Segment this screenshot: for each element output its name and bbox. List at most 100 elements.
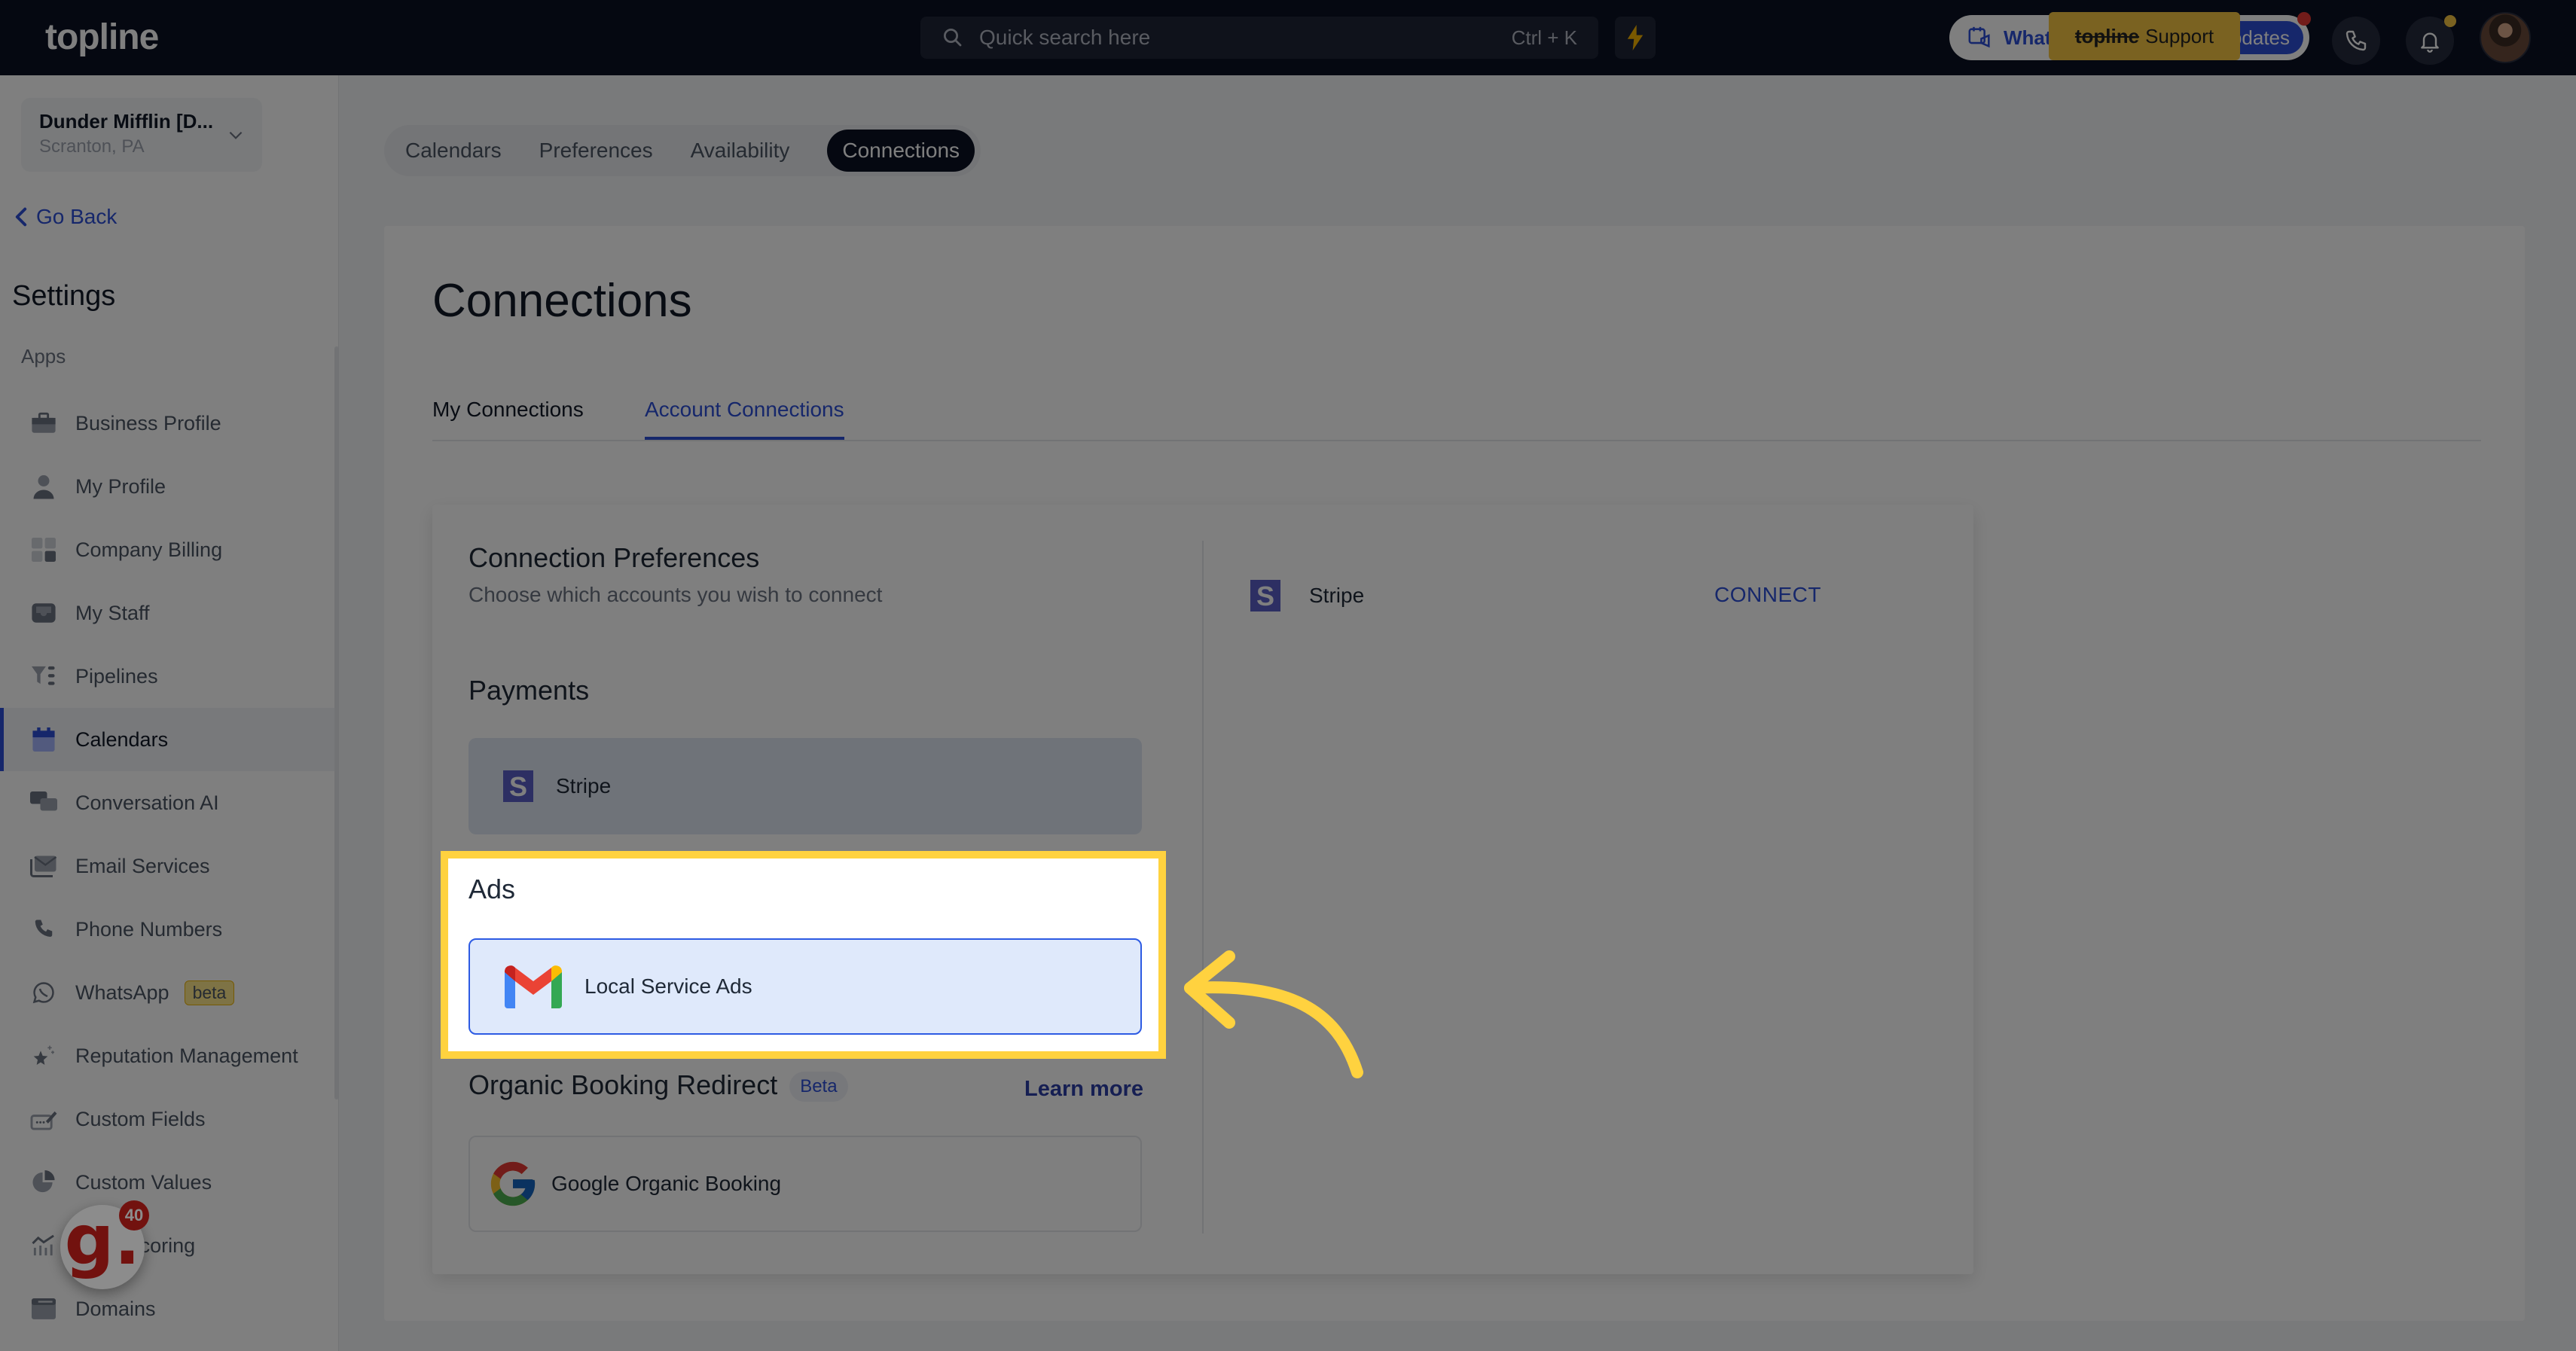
location-switcher[interactable]: Dunder Mifflin [D... Scranton, PA — [21, 98, 262, 172]
calendar-subtabs: Calendars Preferences Availability Conne… — [384, 125, 981, 176]
location-address: Scranton, PA — [39, 136, 145, 157]
pie-chart-icon — [30, 1169, 57, 1196]
calendar-icon — [30, 726, 57, 753]
app-logo[interactable]: topline — [45, 17, 159, 58]
section-label-apps: Apps — [21, 345, 66, 367]
sidebar-item-label: WhatsApp — [75, 980, 169, 1004]
notification-dot — [2297, 12, 2311, 26]
support-label: Support — [2145, 24, 2214, 47]
gist-unread-count: 40 — [119, 1200, 149, 1231]
learn-more-link[interactable]: Learn more — [1024, 1077, 1143, 1102]
sidebar-item-calendars[interactable]: Calendars — [0, 708, 334, 771]
stripe-provider-card[interactable]: S Stripe — [469, 738, 1142, 834]
sidebar-item-label: Email Services — [75, 854, 210, 877]
inbox-icon — [30, 599, 57, 627]
sidebar-item-reputation-management[interactable]: Reputation Management — [0, 1024, 334, 1087]
stripe-connect-button[interactable]: CONNECT — [1714, 583, 1821, 607]
sidebar-item-lead-scoring[interactable]: Lead Scoring — [0, 1214, 334, 1277]
sidebar-item-label: Pipelines — [75, 664, 158, 688]
subtab-availability[interactable]: Availability — [691, 139, 790, 163]
sidebar-item-phone-numbers[interactable]: Phone Numbers — [0, 898, 334, 961]
connection-preferences-title: Connection Preferences — [469, 542, 760, 573]
sidebar-item-label: My Profile — [75, 474, 166, 498]
subtab-preferences[interactable]: Preferences — [539, 139, 653, 163]
sidebar-item-custom-fields[interactable]: Custom Fields — [0, 1087, 334, 1151]
edit-field-icon — [30, 1106, 57, 1133]
sidebar-item-label: Reputation Management — [75, 1044, 298, 1067]
settings-sidebar: Dunder Mifflin [D... Scranton, PA Go Bac… — [0, 75, 339, 1351]
page-title: Connections — [432, 275, 692, 327]
sidebar-item-label: Business Profile — [75, 411, 221, 435]
sidebar-item-my-staff[interactable]: My Staff — [0, 581, 334, 645]
beta-badge: beta — [184, 980, 235, 1005]
calculator-icon — [30, 536, 57, 563]
support-brand: topline — [2074, 24, 2140, 47]
sidebar-item-label: Conversation AI — [75, 791, 219, 814]
sidebar-scrollbar[interactable] — [334, 346, 339, 1099]
sidebar-item-business-profile[interactable]: Business Profile — [0, 392, 334, 455]
payments-section-title: Payments — [469, 675, 590, 706]
chevron-left-icon — [15, 207, 27, 227]
google-organic-booking-card[interactable]: Google Organic Booking — [469, 1136, 1142, 1232]
provider-label: Local Service Ads — [584, 974, 752, 998]
subtab-calendars[interactable]: Calendars — [405, 139, 502, 163]
organic-section-title: Organic Booking Redirect Beta — [469, 1069, 848, 1102]
stripe-connection-row: S Stripe — [1250, 580, 1364, 611]
user-avatar[interactable] — [2480, 12, 2531, 63]
search-icon — [944, 29, 962, 47]
sidebar-item-conversation-ai[interactable]: Conversation AI — [0, 771, 334, 834]
sidebar-item-label: Custom Values — [75, 1170, 212, 1194]
phone-button[interactable] — [2332, 17, 2380, 65]
briefcase-icon — [30, 410, 57, 437]
chat-bubbles-icon — [30, 789, 57, 816]
megaphone-calendar-icon — [1968, 26, 1990, 48]
sidebar-item-label: Custom Fields — [75, 1107, 206, 1130]
sidebar-item-email-services[interactable]: Email Services — [0, 834, 334, 898]
connection-tabs: My Connections Account Connections — [432, 392, 2481, 441]
provider-label: Stripe — [1309, 584, 1365, 607]
sidebar-item-pipelines[interactable]: Pipelines — [0, 645, 334, 708]
connection-preferences-subtitle: Choose which accounts you wish to connec… — [469, 583, 883, 606]
tab-account-connections[interactable]: Account Connections — [645, 398, 844, 440]
go-back-link[interactable]: Go Back — [14, 205, 117, 229]
sidebar-item-label: Phone Numbers — [75, 917, 223, 941]
go-back-label: Go Back — [36, 205, 118, 228]
bolt-icon — [1627, 25, 1644, 50]
beta-badge: Beta — [789, 1072, 848, 1102]
phone-icon — [2346, 30, 2367, 51]
sidebar-item-whatsapp[interactable]: WhatsApp beta — [0, 961, 334, 1024]
support-tooltip: topline Support — [2049, 12, 2240, 60]
chevron-down-icon — [229, 131, 243, 139]
stripe-logo-icon: S — [503, 770, 533, 802]
sidebar-item-label: My Staff — [75, 601, 150, 624]
subtab-connections[interactable]: Connections — [827, 130, 975, 172]
gist-chat-widget[interactable]: g. 40 — [60, 1200, 149, 1289]
svg-text:S: S — [509, 771, 527, 802]
sidebar-item-my-profile[interactable]: My Profile — [0, 455, 334, 518]
ads-section-title: Ads — [469, 874, 516, 904]
tab-my-connections[interactable]: My Connections — [432, 398, 584, 437]
star-sparkle-icon — [30, 1042, 57, 1069]
provider-label: Stripe — [556, 774, 612, 797]
sidebar-item-company-billing[interactable]: Company Billing — [0, 518, 334, 581]
search-placeholder: Quick search here — [979, 26, 1151, 49]
quick-search-input[interactable]: Quick search here Ctrl + K — [920, 17, 1598, 59]
sidebar-item-custom-values[interactable]: Custom Values — [0, 1151, 334, 1214]
mail-icon — [30, 852, 57, 880]
panel-divider — [1202, 541, 1204, 1234]
browser-window-icon — [30, 1295, 57, 1322]
quick-actions-button[interactable] — [1615, 17, 1656, 59]
annotation-arrow-icon — [1184, 950, 1363, 1078]
filter-list-icon — [30, 663, 57, 690]
sidebar-item-domains[interactable]: Domains — [0, 1277, 334, 1340]
phone-icon — [30, 916, 57, 943]
organic-title-text: Organic Booking Redirect — [469, 1069, 778, 1100]
sidebar-item-label: Domains — [75, 1297, 156, 1320]
gmail-logo-icon — [505, 965, 562, 1008]
google-logo-icon — [490, 1161, 536, 1206]
notification-dot — [2444, 15, 2456, 27]
svg-text:S: S — [1256, 581, 1274, 611]
local-service-ads-card[interactable]: Local Service Ads — [469, 938, 1142, 1035]
whatsapp-icon — [30, 979, 57, 1006]
top-header: topline Quick search here Ctrl + K What'… — [0, 0, 2576, 75]
